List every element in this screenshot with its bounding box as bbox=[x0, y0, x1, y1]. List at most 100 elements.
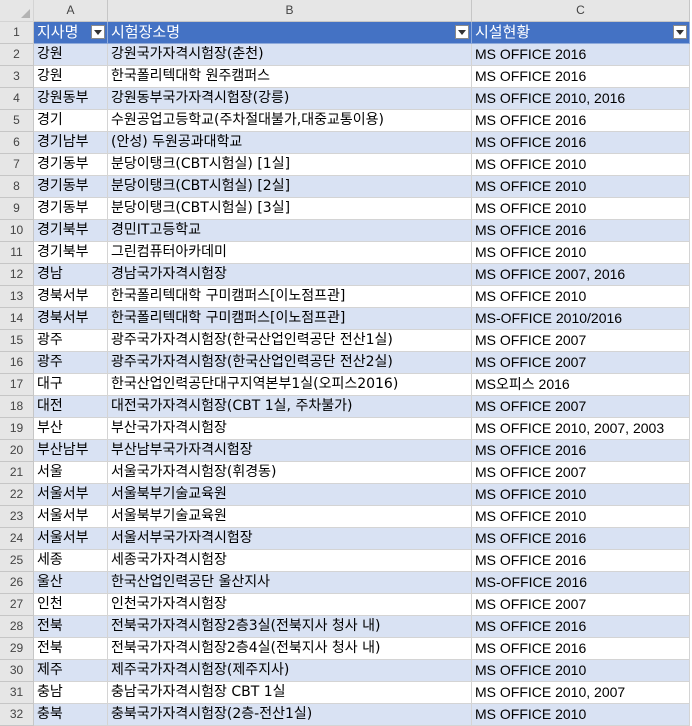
cell-venue[interactable]: 서울북부기술교육원 bbox=[108, 484, 472, 506]
cell-branch[interactable]: 경기동부 bbox=[34, 198, 108, 220]
cell-facility[interactable]: MS OFFICE 2010 bbox=[472, 154, 690, 176]
cell-facility[interactable]: MS OFFICE 2016 bbox=[472, 66, 690, 88]
row-number[interactable]: 13 bbox=[0, 286, 34, 308]
cell-facility[interactable]: MS OFFICE 2016 bbox=[472, 132, 690, 154]
filter-dropdown-icon[interactable] bbox=[91, 25, 105, 39]
row-number[interactable]: 20 bbox=[0, 440, 34, 462]
cell-venue[interactable]: 경민IT고등학교 bbox=[108, 220, 472, 242]
cell-venue[interactable]: 한국산업인력공단 울산지사 bbox=[108, 572, 472, 594]
cell-facility[interactable]: MS OFFICE 2010 bbox=[472, 704, 690, 726]
cell-venue[interactable]: 분당이탱크(CBT시험실) [3실] bbox=[108, 198, 472, 220]
cell-branch[interactable]: 경기남부 bbox=[34, 132, 108, 154]
cell-facility[interactable]: MS OFFICE 2007 bbox=[472, 594, 690, 616]
cell-venue[interactable]: 한국폴리텍대학 구미캠퍼스[이노점프관] bbox=[108, 286, 472, 308]
row-number[interactable]: 24 bbox=[0, 528, 34, 550]
row-number[interactable]: 10 bbox=[0, 220, 34, 242]
cell-venue[interactable]: 광주국가자격시험장(한국산업인력공단 전산2실) bbox=[108, 352, 472, 374]
filter-dropdown-icon[interactable] bbox=[673, 25, 687, 39]
cell-branch[interactable]: 대전 bbox=[34, 396, 108, 418]
cell-branch[interactable]: 대구 bbox=[34, 374, 108, 396]
cell-venue[interactable]: (안성) 두원공과대학교 bbox=[108, 132, 472, 154]
row-number[interactable]: 22 bbox=[0, 484, 34, 506]
cell-venue[interactable]: 제주국가자격시험장(제주지사) bbox=[108, 660, 472, 682]
cell-facility[interactable]: MS OFFICE 2010, 2007, 2003 bbox=[472, 418, 690, 440]
column-header-a[interactable]: A bbox=[34, 0, 108, 22]
row-number[interactable]: 5 bbox=[0, 110, 34, 132]
cell-facility[interactable]: MS OFFICE 2007 bbox=[472, 396, 690, 418]
cell-facility[interactable]: MS-OFFICE 2010/2016 bbox=[472, 308, 690, 330]
cell-venue[interactable]: 분당이탱크(CBT시험실) [1실] bbox=[108, 154, 472, 176]
cell-facility[interactable]: MS오피스 2016 bbox=[472, 374, 690, 396]
row-number[interactable]: 26 bbox=[0, 572, 34, 594]
column-header-c[interactable]: C bbox=[472, 0, 690, 22]
row-number[interactable]: 15 bbox=[0, 330, 34, 352]
cell-facility[interactable]: MS OFFICE 2016 bbox=[472, 616, 690, 638]
cell-venue[interactable]: 충남국가자격시험장 CBT 1실 bbox=[108, 682, 472, 704]
cell-branch[interactable]: 세종 bbox=[34, 550, 108, 572]
header-cell-venue[interactable]: 시험장소명 bbox=[108, 22, 472, 44]
cell-branch[interactable]: 전북 bbox=[34, 638, 108, 660]
cell-venue[interactable]: 서울북부기술교육원 bbox=[108, 506, 472, 528]
cell-facility[interactable]: MS OFFICE 2016 bbox=[472, 550, 690, 572]
cell-facility[interactable]: MS OFFICE 2010, 2016 bbox=[472, 88, 690, 110]
row-number[interactable]: 31 bbox=[0, 682, 34, 704]
row-number[interactable]: 4 bbox=[0, 88, 34, 110]
row-number[interactable]: 32 bbox=[0, 704, 34, 726]
cell-facility[interactable]: MS OFFICE 2016 bbox=[472, 110, 690, 132]
row-number[interactable]: 17 bbox=[0, 374, 34, 396]
cell-branch[interactable]: 강원 bbox=[34, 66, 108, 88]
header-cell-facility[interactable]: 시설현황 bbox=[472, 22, 690, 44]
cell-facility[interactable]: MS OFFICE 2007, 2016 bbox=[472, 264, 690, 286]
cell-venue[interactable]: 세종국가자격시험장 bbox=[108, 550, 472, 572]
cell-branch[interactable]: 강원 bbox=[34, 44, 108, 66]
cell-branch[interactable]: 부산남부 bbox=[34, 440, 108, 462]
filter-dropdown-icon[interactable] bbox=[455, 25, 469, 39]
row-number[interactable]: 6 bbox=[0, 132, 34, 154]
row-number[interactable]: 28 bbox=[0, 616, 34, 638]
cell-branch[interactable]: 경기 bbox=[34, 110, 108, 132]
cell-facility[interactable]: MS OFFICE 2016 bbox=[472, 440, 690, 462]
row-number[interactable]: 27 bbox=[0, 594, 34, 616]
cell-branch[interactable]: 경기동부 bbox=[34, 154, 108, 176]
cell-venue[interactable]: 대전국가자격시험장(CBT 1실, 주차불가) bbox=[108, 396, 472, 418]
cell-facility[interactable]: MS OFFICE 2016 bbox=[472, 220, 690, 242]
row-number[interactable]: 25 bbox=[0, 550, 34, 572]
cell-venue[interactable]: 그린컴퓨터아카데미 bbox=[108, 242, 472, 264]
cell-facility[interactable]: MS OFFICE 2016 bbox=[472, 638, 690, 660]
cell-venue[interactable]: 부산국가자격시험장 bbox=[108, 418, 472, 440]
cell-venue[interactable]: 인천국가자격시험장 bbox=[108, 594, 472, 616]
cell-branch[interactable]: 제주 bbox=[34, 660, 108, 682]
cell-venue[interactable]: 전북국가자격시험장2층4실(전북지사 청사 내) bbox=[108, 638, 472, 660]
cell-facility[interactable]: MS OFFICE 2010 bbox=[472, 176, 690, 198]
cell-venue[interactable]: 강원동부국가자격시험장(강릉) bbox=[108, 88, 472, 110]
cell-branch[interactable]: 서울서부 bbox=[34, 528, 108, 550]
cell-facility[interactable]: MS OFFICE 2010 bbox=[472, 242, 690, 264]
cell-venue[interactable]: 분당이탱크(CBT시험실) [2실] bbox=[108, 176, 472, 198]
cell-branch[interactable]: 부산 bbox=[34, 418, 108, 440]
row-number[interactable]: 1 bbox=[0, 22, 34, 44]
row-number[interactable]: 12 bbox=[0, 264, 34, 286]
column-header-b[interactable]: B bbox=[108, 0, 472, 22]
cell-branch[interactable]: 경북서부 bbox=[34, 286, 108, 308]
cell-venue[interactable]: 전북국가자격시험장2층3실(전북지사 청사 내) bbox=[108, 616, 472, 638]
cell-facility[interactable]: MS OFFICE 2007 bbox=[472, 352, 690, 374]
cell-facility[interactable]: MS-OFFICE 2016 bbox=[472, 572, 690, 594]
cell-venue[interactable]: 한국폴리텍대학 원주캠퍼스 bbox=[108, 66, 472, 88]
row-number[interactable]: 19 bbox=[0, 418, 34, 440]
cell-facility[interactable]: MS OFFICE 2010 bbox=[472, 198, 690, 220]
cell-venue[interactable]: 한국폴리텍대학 구미캠퍼스[이노점프관] bbox=[108, 308, 472, 330]
row-number[interactable]: 11 bbox=[0, 242, 34, 264]
row-number[interactable]: 23 bbox=[0, 506, 34, 528]
cell-venue[interactable]: 강원국가자격시험장(춘천) bbox=[108, 44, 472, 66]
cell-facility[interactable]: MS OFFICE 2016 bbox=[472, 528, 690, 550]
cell-facility[interactable]: MS OFFICE 2010 bbox=[472, 660, 690, 682]
cell-branch[interactable]: 경남 bbox=[34, 264, 108, 286]
cell-branch[interactable]: 광주 bbox=[34, 352, 108, 374]
cell-branch[interactable]: 서울 bbox=[34, 462, 108, 484]
row-number[interactable]: 7 bbox=[0, 154, 34, 176]
cell-facility[interactable]: MS OFFICE 2007 bbox=[472, 462, 690, 484]
cell-facility[interactable]: MS OFFICE 2007 bbox=[472, 330, 690, 352]
cell-venue[interactable]: 한국산업인력공단대구지역본부1실(오피스2016) bbox=[108, 374, 472, 396]
row-number[interactable]: 18 bbox=[0, 396, 34, 418]
cell-branch[interactable]: 충북 bbox=[34, 704, 108, 726]
